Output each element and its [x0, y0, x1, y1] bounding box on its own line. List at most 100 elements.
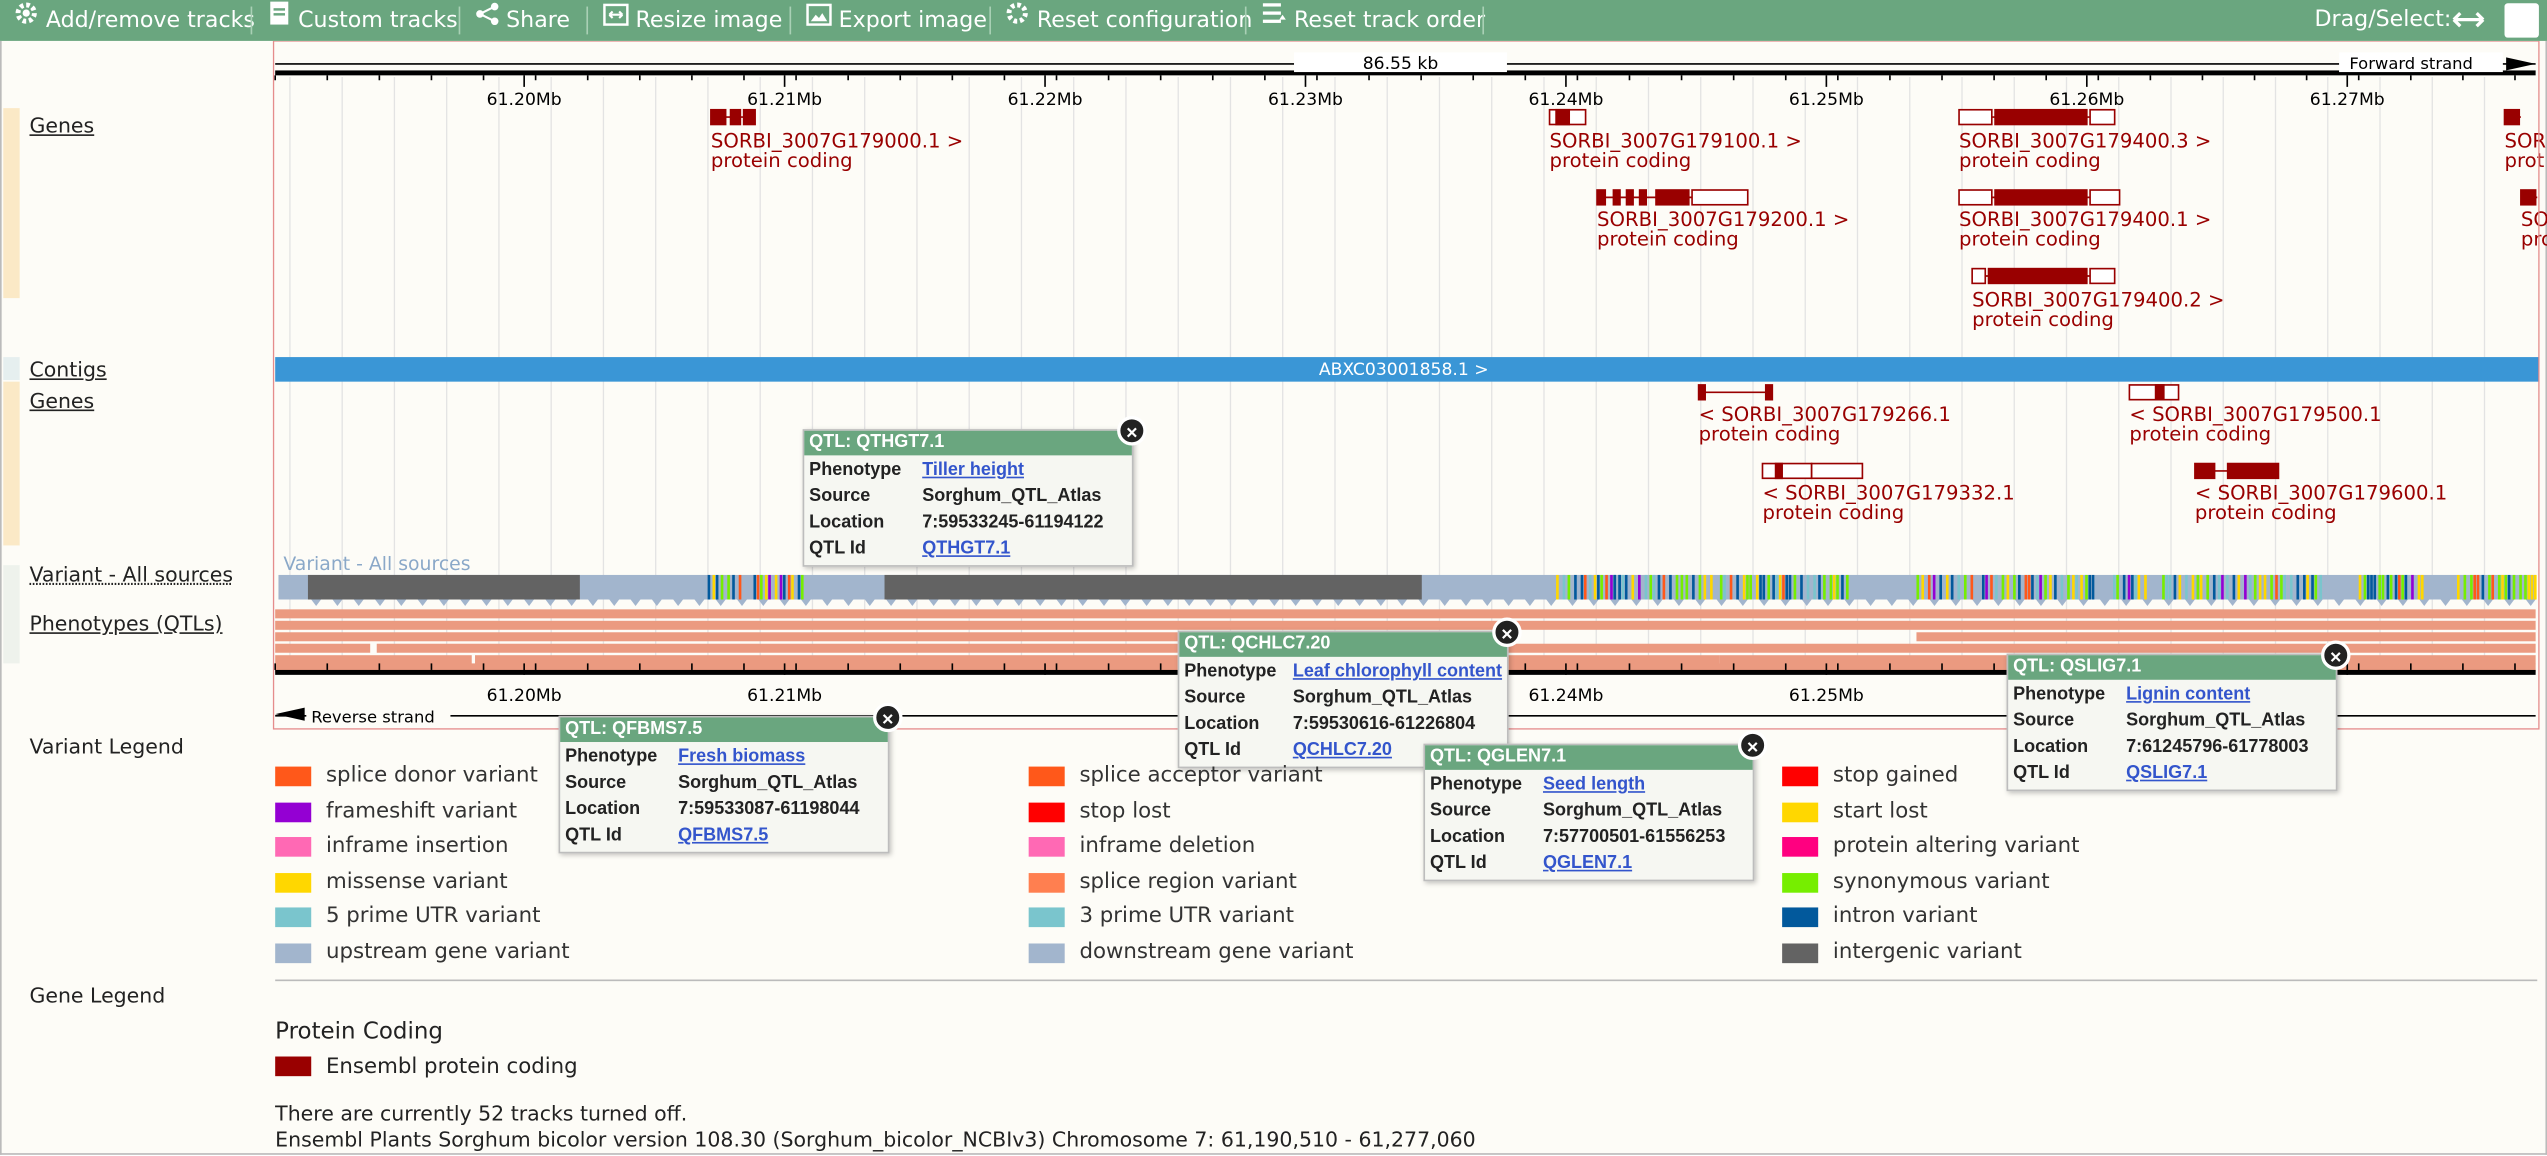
qtl-id-link[interactable]: QFBMS7.5 — [678, 826, 768, 846]
legend-label: stop lost — [1079, 798, 1171, 824]
close-icon[interactable]: × — [873, 702, 903, 733]
legend-swatch — [1028, 801, 1065, 822]
gene-biotype: protein coding — [1959, 149, 2101, 172]
gene-biotype: protein coding — [2195, 501, 2337, 524]
toolbar: Add/remove tracks Custom tracks Share Re… — [0, 0, 2547, 41]
legend-divider — [275, 979, 2538, 982]
reset-track-order-button[interactable]: Reset track order — [1261, 0, 1485, 41]
reverse-genes-track: < SORBI_3007G179266.1protein coding< SOR… — [1697, 384, 2447, 524]
phenotype-link[interactable]: Tiller height — [922, 460, 1024, 480]
gene-legend-subtitle: Protein Coding — [275, 1018, 443, 1046]
phenotype-link[interactable]: Seed length — [1543, 775, 1645, 795]
custom-tracks-button[interactable]: Custom tracks — [267, 0, 458, 41]
forward-arrow-icon — [2506, 57, 2536, 71]
select-mode-toggle[interactable] — [2504, 3, 2539, 38]
tick-label-bottom: 61.21Mb — [747, 686, 822, 706]
legend-swatch — [275, 942, 312, 963]
legend-swatch — [275, 801, 312, 822]
reset-configuration-button[interactable]: Reset configuration — [1004, 0, 1252, 41]
close-icon[interactable]: × — [2321, 640, 2351, 670]
forward-strand-label: Forward strand — [2349, 54, 2473, 73]
qtl-id-link[interactable]: QCHLC7.20 — [1293, 740, 1392, 760]
gene-biotype: protein coding — [2129, 423, 2271, 446]
qtl-id-link[interactable]: QGLEN7.1 — [1543, 853, 1632, 873]
legend-label: stop gained — [1832, 763, 1959, 788]
qtl-popup-qfbms7-5: QTL: QFBMS7.5 Phenotype Fresh biomass Sou… — [558, 702, 903, 854]
legend-label: synonymous variant — [1832, 868, 2050, 894]
legend-swatch — [275, 766, 312, 787]
image-icon — [806, 0, 832, 41]
legend-swatch — [1782, 766, 1819, 787]
gene-biotype: protein coding — [1959, 228, 2101, 251]
resize-image-button[interactable]: Resize image — [603, 0, 782, 41]
tick-label-top: 61.24Mb — [1528, 90, 1603, 110]
close-icon[interactable]: × — [1737, 730, 1768, 761]
gene-legend-item: Ensembl protein coding — [325, 1054, 578, 1080]
qtl-popup-qslig7-1: QTL: QSLIG7.1 Phenotype Lignin content So… — [2006, 640, 2351, 792]
legend-swatch — [275, 837, 312, 857]
phenotype-link[interactable]: Leaf chlorophyll content — [1293, 662, 1502, 682]
legend-swatch — [275, 872, 312, 892]
legend-swatch — [1028, 837, 1065, 857]
close-icon[interactable]: × — [1492, 617, 1522, 648]
gene-biotype: protein coding — [1762, 501, 1904, 524]
legend-label: frameshift variant — [325, 798, 518, 824]
drag-arrows-icon[interactable] — [2452, 0, 2485, 41]
tick-label-top: 61.20Mb — [487, 90, 562, 110]
gene-biotype: protein coding — [711, 149, 853, 172]
variant-legend-title: Variant Legend — [29, 733, 184, 759]
legend-swatch — [1782, 801, 1819, 822]
gene-biotype: protein coding — [1597, 228, 1739, 251]
close-icon[interactable]: × — [1117, 416, 1147, 446]
export-image-button[interactable]: Export image — [806, 0, 987, 41]
legend-swatch — [1782, 907, 1819, 928]
tick-label-bottom: 61.24Mb — [1528, 686, 1603, 706]
legend-swatch — [1028, 942, 1065, 963]
tick-label-top: 61.22Mb — [1008, 90, 1083, 110]
legend-swatch — [1028, 872, 1065, 892]
legend-label: missense variant — [325, 868, 508, 894]
reverse-strand-label: Reverse strand — [311, 707, 435, 726]
share-icon — [475, 0, 500, 41]
tick-label-top: 61.25Mb — [1789, 90, 1864, 110]
add-remove-tracks-button[interactable]: Add/remove tracks — [13, 0, 255, 41]
gene-biotype: protein coding — [1972, 308, 2114, 331]
span-length-label: 86.55 kb — [1363, 54, 1439, 74]
resize-icon — [603, 0, 629, 41]
popup-title: QTL: QGLEN7.1 — [1425, 745, 1753, 770]
gene-legend-title: Gene Legend — [29, 982, 166, 1008]
share-button[interactable]: Share — [475, 0, 570, 41]
contig-label: ABXC03001858.1 > — [1319, 360, 1489, 380]
legend-label: intergenic variant — [1832, 939, 2022, 964]
top-ruler: 86.55 kb Forward strand 61.20Mb 61.21Mb 61… — [274, 52, 2536, 110]
legend-swatch — [1028, 907, 1065, 928]
reset-gear-icon — [1004, 0, 1030, 41]
tracks-off-notice: There are currently 52 tracks turned off… — [275, 1100, 688, 1126]
legend-label: inframe deletion — [1079, 833, 1256, 859]
legend-swatch — [275, 907, 312, 928]
top-ticks: 61.20Mb 61.21Mb 61.22Mb 61.23Mb 61.24Mb 61.25… — [274, 75, 2516, 110]
upload-file-icon — [267, 0, 292, 41]
legend-label: 5 prime UTR variant — [325, 904, 541, 929]
gene-legend-swatch — [275, 1056, 312, 1077]
legend-swatch — [1782, 837, 1819, 857]
legend-label: start lost — [1832, 798, 1928, 824]
legend-label: protein altering variant — [1832, 833, 2080, 859]
tick-label-bottom: 61.25Mb — [1789, 686, 1864, 706]
variant-bars — [278, 574, 2537, 607]
variant-track-inner-label: Variant - All sources — [283, 554, 470, 575]
legend-label: splice acceptor variant — [1079, 763, 1323, 788]
phenotype-link[interactable]: Lignin content — [2126, 685, 2250, 705]
legend-label: upstream gene variant — [325, 939, 570, 964]
popup-title: QTL: QFBMS7.5 — [560, 717, 888, 743]
legend-swatch — [1782, 942, 1819, 963]
gear-icon — [13, 0, 39, 41]
qtl-id-link[interactable]: QSLIG7.1 — [2126, 763, 2207, 783]
tick-label-top: 61.26Mb — [2049, 90, 2124, 110]
qtl-id-link[interactable]: QTHGT7.1 — [922, 539, 1010, 559]
phenotype-link[interactable]: Fresh biomass — [678, 747, 805, 767]
tick-label-top: 61.21Mb — [747, 90, 822, 110]
legend-label: downstream gene variant — [1079, 939, 1354, 964]
qtl-popup-qthgt7-1: QTL: QTHGT7.1 Phenotype Tiller height Sou… — [802, 416, 1147, 567]
popup-title: QTL: QSLIG7.1 — [2008, 655, 2336, 680]
